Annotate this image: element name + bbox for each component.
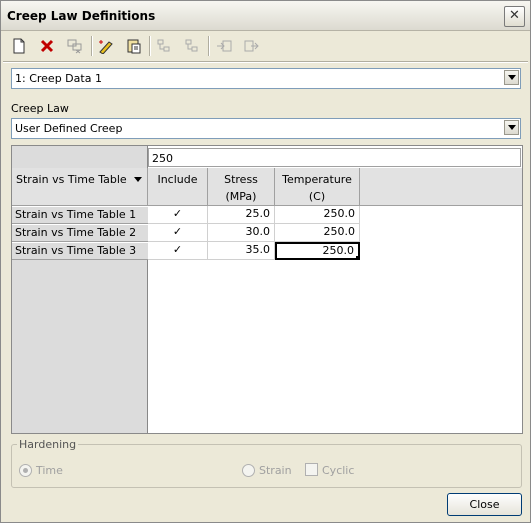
table-selector-label: Strain vs Time Table	[16, 173, 127, 186]
column-header-label: Include	[157, 173, 198, 186]
creep-data-select[interactable]: 1: Creep Data 1	[11, 68, 521, 89]
include-checkmark[interactable]: ✓	[148, 206, 208, 224]
stress-cell[interactable]: 35.0	[208, 242, 275, 260]
title-bar: Creep Law Definitions ✕	[1, 1, 530, 31]
tree-paste-disabled-icon[interactable]	[181, 35, 203, 57]
creep-law-select[interactable]: User Defined Creep	[11, 118, 521, 139]
time-radio-label: Time	[36, 464, 63, 477]
edit-icon[interactable]	[95, 35, 117, 57]
toolbar	[3, 32, 528, 60]
column-header-label: Stress	[224, 173, 258, 186]
new-icon[interactable]	[8, 35, 30, 57]
strain-radio-label: Strain	[259, 464, 292, 477]
row-header[interactable]: Strain vs Time Table 3	[12, 242, 148, 260]
toolbar-divider	[3, 61, 528, 63]
row-header[interactable]: Strain vs Time Table 1	[12, 206, 148, 224]
table-selector[interactable]: Strain vs Time Table	[12, 168, 148, 206]
paste-icon[interactable]	[123, 35, 145, 57]
cell-edit-input[interactable]: 250	[148, 148, 521, 167]
tree-copy-disabled-icon[interactable]	[153, 35, 175, 57]
stress-cell[interactable]: 25.0	[208, 206, 275, 224]
cyclic-checkbox-label: Cyclic	[322, 464, 355, 477]
close-button[interactable]: Close	[447, 493, 522, 516]
cyclic-checkbox[interactable]	[305, 463, 318, 476]
window-close-button[interactable]: ✕	[504, 6, 525, 27]
creep-data-value: 1: Creep Data 1	[15, 72, 102, 85]
chevron-down-icon[interactable]	[134, 177, 142, 182]
temperature-cell-selected[interactable]: 250.0	[275, 242, 360, 260]
close-icon: ✕	[509, 8, 520, 23]
fill-handle[interactable]	[356, 256, 360, 260]
column-header-temperature[interactable]: Temperature (C)	[275, 168, 360, 206]
toolbar-separator	[91, 36, 93, 56]
temperature-cell[interactable]: 250.0	[275, 206, 360, 224]
copy-disabled-icon[interactable]	[64, 35, 86, 57]
window-title: Creep Law Definitions	[7, 9, 156, 23]
creep-law-value: User Defined Creep	[15, 122, 123, 135]
creep-law-label: Creep Law	[11, 102, 69, 115]
row-header[interactable]: Strain vs Time Table 2	[12, 224, 148, 242]
toolbar-separator	[149, 36, 151, 56]
column-header-label: Temperature	[282, 173, 352, 186]
column-header-unit: (MPa)	[225, 190, 257, 203]
cell-edit-value: 250	[152, 152, 173, 165]
hardening-label: Hardening	[17, 438, 79, 451]
strain-radio[interactable]	[242, 464, 255, 477]
delete-icon[interactable]	[36, 35, 58, 57]
header-filler	[360, 168, 522, 206]
chevron-down-icon[interactable]	[504, 70, 519, 85]
toolbar-separator	[208, 36, 210, 56]
column-header-include[interactable]: Include	[148, 168, 208, 206]
creep-table-grid: 250 Strain vs Time Table Include Stress …	[11, 145, 523, 434]
temperature-cell[interactable]: 250.0	[275, 224, 360, 242]
include-checkmark[interactable]: ✓	[148, 242, 208, 260]
column-header-stress[interactable]: Stress (MPa)	[208, 168, 275, 206]
column-header-unit: (C)	[308, 190, 326, 203]
include-checkmark[interactable]: ✓	[148, 224, 208, 242]
creep-law-definitions-window: Creep Law Definitions ✕ 1: Creep Data 1 …	[0, 0, 531, 523]
stress-cell[interactable]: 30.0	[208, 224, 275, 242]
import-disabled-icon[interactable]	[213, 35, 235, 57]
export-disabled-icon[interactable]	[241, 35, 263, 57]
chevron-down-icon[interactable]	[504, 120, 519, 135]
time-radio[interactable]	[19, 464, 32, 477]
